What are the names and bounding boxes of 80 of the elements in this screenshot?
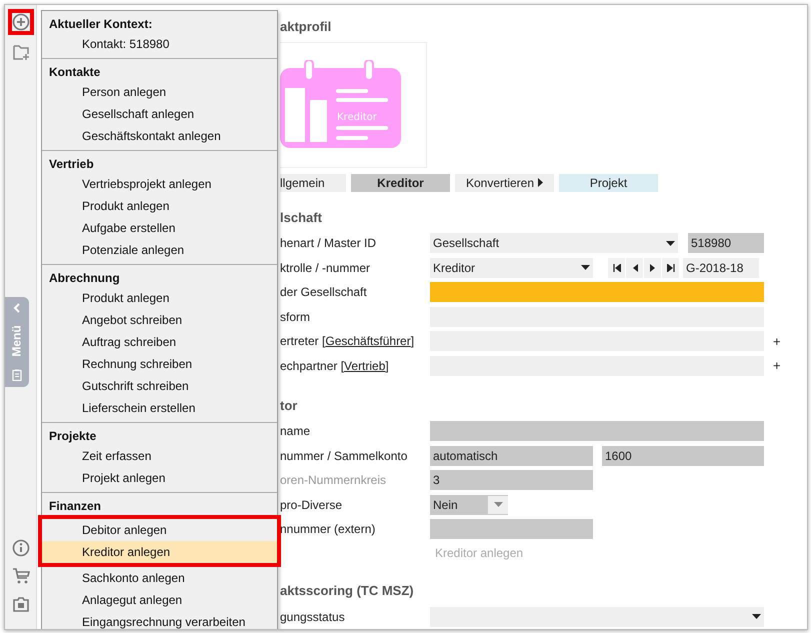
add-icon[interactable] bbox=[8, 9, 34, 35]
menu-item[interactable]: Anlagegut anlegen bbox=[42, 589, 277, 611]
first-record-button[interactable] bbox=[608, 258, 625, 278]
menu-item[interactable]: Produkt anlegen bbox=[42, 287, 277, 309]
section-title: aktsscoring (TC MSZ) bbox=[280, 583, 415, 598]
input-field[interactable] bbox=[430, 282, 764, 302]
skip-start-icon bbox=[612, 264, 620, 272]
menu-item[interactable]: Debitor anlegen bbox=[42, 519, 277, 541]
menu-item[interactable]: Rechnung schreiben bbox=[42, 353, 277, 375]
label-link[interactable]: Vertrieb bbox=[344, 358, 386, 373]
input-field[interactable] bbox=[430, 519, 593, 540]
info-icon[interactable] bbox=[10, 537, 32, 559]
menu-item[interactable]: Gutschrift schreiben bbox=[42, 375, 277, 397]
menu-item[interactable]: Potenziale anlegen bbox=[42, 239, 277, 261]
field-label: echpartner [Vertrieb] bbox=[280, 358, 390, 373]
caret-icon bbox=[581, 265, 590, 270]
tab[interactable]: Kreditor bbox=[351, 174, 450, 192]
field-label: nummer / Sammelkonto bbox=[280, 448, 408, 463]
submenu-arrow-icon bbox=[538, 178, 544, 188]
page-title: aktprofil bbox=[280, 19, 332, 34]
menu-section-header: Vertrieb bbox=[48, 156, 95, 173]
add-button[interactable]: + bbox=[773, 334, 781, 349]
triangle-right-icon bbox=[648, 264, 656, 272]
menu-item[interactable]: Sachkonto anlegen bbox=[42, 567, 277, 589]
field-label: der Gesellschaft bbox=[280, 285, 368, 300]
profile-drawing: Kreditor bbox=[280, 60, 403, 150]
clipboard-icon bbox=[12, 369, 22, 381]
dropdown-button[interactable] bbox=[487, 496, 508, 514]
menu-item[interactable]: Angebot schreiben bbox=[42, 309, 277, 331]
field-label: name bbox=[280, 424, 312, 438]
dropdown[interactable]: Nein bbox=[430, 494, 508, 515]
caret-icon bbox=[752, 614, 761, 620]
field-label: oren-Nummernkreis bbox=[280, 473, 388, 488]
skip-end-icon bbox=[666, 264, 674, 272]
menu-item[interactable]: Aufgabe erstellen bbox=[42, 217, 277, 239]
chevron-left-icon bbox=[13, 303, 21, 313]
previous-record-button[interactable] bbox=[626, 258, 643, 278]
tab[interactable]: Projekt bbox=[559, 174, 658, 192]
add-button[interactable]: + bbox=[773, 358, 781, 374]
menu-section-header: Projekte bbox=[48, 428, 98, 445]
field-label: sform bbox=[280, 310, 311, 324]
menu-item[interactable]: Vertriebsprojekt anlegen bbox=[42, 173, 277, 195]
input-field[interactable]: 1600 bbox=[602, 446, 764, 466]
menu-item[interactable]: Auftrag schreiben bbox=[42, 331, 277, 353]
caret-icon bbox=[666, 240, 675, 246]
menu-item[interactable]: Gesellschaft anlegen bbox=[42, 103, 277, 125]
triangle-left-icon bbox=[630, 264, 638, 272]
input-field[interactable]: 518980 bbox=[688, 233, 764, 254]
tab[interactable]: llgemein bbox=[280, 174, 346, 192]
section-title: tor bbox=[280, 398, 298, 414]
menu-section-header: Kontakte bbox=[48, 64, 102, 81]
menu-item[interactable]: Kreditor anlegen bbox=[42, 541, 277, 563]
input-field[interactable] bbox=[430, 421, 764, 442]
last-record-button[interactable] bbox=[662, 258, 679, 278]
menu-item[interactable]: Zeit erfassen bbox=[42, 445, 277, 467]
field-label: gungsstatus bbox=[280, 610, 346, 624]
menu-item[interactable]: Person anlegen bbox=[42, 81, 277, 103]
dropdown[interactable]: Gesellschaft bbox=[430, 233, 678, 254]
menu-section-header: Finanzen bbox=[48, 498, 102, 515]
field-label: nnummer (extern) bbox=[280, 522, 376, 536]
dropdown[interactable]: Kreditor bbox=[430, 258, 593, 278]
section-title: lschaft bbox=[280, 210, 323, 225]
field-label: henart / Master ID bbox=[280, 236, 378, 250]
input-field[interactable]: automatisch bbox=[430, 446, 593, 466]
menu-section-header: Abrechnung bbox=[48, 270, 121, 287]
caret-icon bbox=[494, 502, 502, 508]
field-label: pro-Diverse bbox=[280, 498, 344, 512]
next-record-button[interactable] bbox=[644, 258, 661, 278]
menu-item[interactable]: Projekt anlegen bbox=[42, 467, 277, 489]
menu-section-header: Aktueller Kontext: bbox=[48, 16, 154, 33]
menu-item[interactable]: Eingangsrechnung verarbeiten bbox=[42, 611, 277, 629]
menu-item[interactable]: Geschäftskontakt anlegen bbox=[42, 125, 277, 147]
label-link[interactable]: Geschäftsführer bbox=[325, 334, 411, 348]
field-label: ktrolle / -nummer bbox=[280, 260, 372, 275]
menu-item[interactable]: Lieferschein erstellen bbox=[42, 397, 277, 419]
input-field[interactable]: G-2018-18 bbox=[683, 258, 759, 278]
menu-item[interactable]: Produkt anlegen bbox=[42, 195, 277, 217]
tab[interactable]: Konvertieren bbox=[455, 174, 554, 192]
field-label: ertreter [Geschäftsführer] bbox=[280, 334, 416, 348]
menu-item[interactable]: Kontakt: 518980 bbox=[42, 33, 277, 55]
